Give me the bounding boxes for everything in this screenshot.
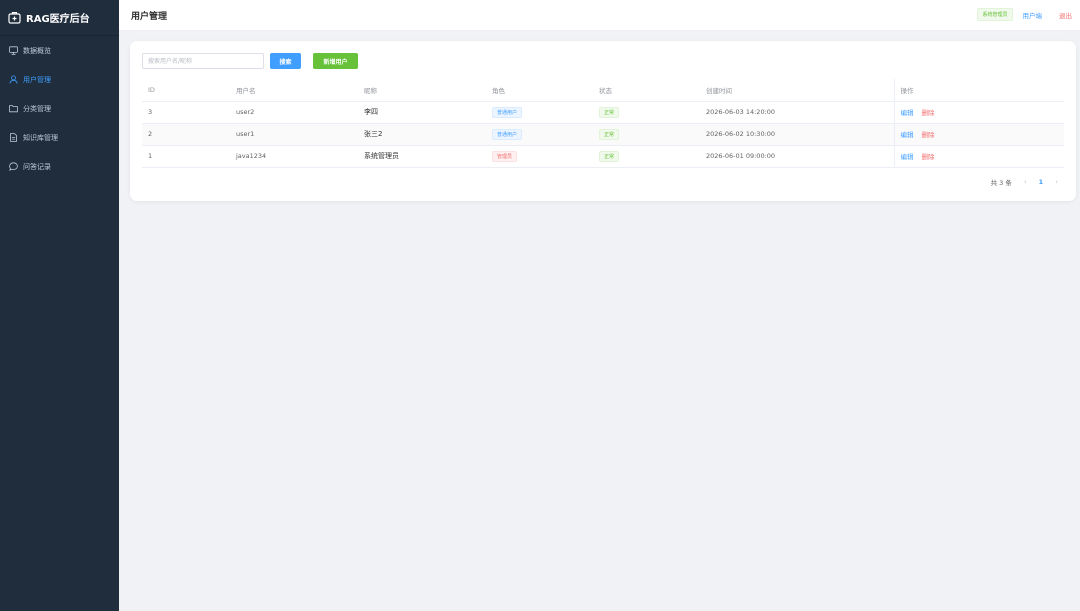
cell-nickname: 张三2 bbox=[358, 123, 486, 146]
role-tag: 管理员 bbox=[492, 150, 518, 162]
sidebar-item-label: 数据概览 bbox=[23, 46, 51, 55]
status-tag: 正常 bbox=[599, 150, 620, 162]
delete-button[interactable]: 删除 bbox=[922, 153, 935, 161]
cell-role: 普通用户 bbox=[486, 101, 593, 124]
user-list-card: 搜索 新增用户 ID 用户名 昵称 角色 状态 创建时间 操作 3 user2 … bbox=[130, 41, 1076, 201]
cell-id: 3 bbox=[142, 101, 230, 124]
search-input[interactable] bbox=[142, 53, 264, 69]
user-table: ID 用户名 昵称 角色 状态 创建时间 操作 3 user2 李四 普通用户 … bbox=[142, 79, 1064, 168]
header-actions: 系统管理员 用户端 退出 bbox=[977, 8, 1072, 21]
cell-nickname: 李四 bbox=[358, 101, 486, 124]
sidebar-item-dashboard[interactable]: 数据概览 bbox=[0, 36, 119, 65]
cell-actions: 编辑 删除 bbox=[893, 123, 1064, 146]
cell-nickname: 系统管理员 bbox=[358, 145, 486, 168]
sidebar-item-label: 知识库管理 bbox=[23, 133, 58, 142]
role-badge: 系统管理员 bbox=[977, 8, 1013, 21]
pagination: 共 3 条 ‹ 1 › bbox=[991, 177, 1058, 187]
column-header-status: 状态 bbox=[593, 79, 700, 102]
sidebar-menu: 数据概览 用户管理 分类管理 知识库管理 问答记录 bbox=[0, 36, 119, 181]
pagination-total: 共 3 条 bbox=[990, 179, 1012, 187]
search-button[interactable]: 搜索 bbox=[270, 53, 301, 69]
cell-id: 2 bbox=[142, 123, 230, 146]
column-header-role: 角色 bbox=[486, 79, 593, 102]
cell-created: 2026-06-03 14:20:00 bbox=[700, 101, 894, 124]
cell-username: user1 bbox=[230, 123, 358, 146]
edit-button[interactable]: 编辑 bbox=[901, 131, 914, 139]
chevron-left-icon[interactable]: ‹ bbox=[1024, 178, 1027, 186]
column-header-id: ID bbox=[142, 79, 230, 102]
cell-actions: 编辑 删除 bbox=[893, 145, 1064, 168]
cell-id: 1 bbox=[142, 145, 230, 168]
sidebar-item-label: 问答记录 bbox=[23, 162, 51, 171]
cell-status: 正常 bbox=[593, 123, 700, 146]
sidebar-item-label: 用户管理 bbox=[23, 75, 51, 84]
sidebar-item-knowledge-base[interactable]: 知识库管理 bbox=[0, 123, 119, 152]
cell-created: 2026-06-02 10:30:00 bbox=[700, 123, 894, 146]
cell-status: 正常 bbox=[593, 101, 700, 124]
edit-button[interactable]: 编辑 bbox=[901, 109, 914, 117]
role-tag: 普通用户 bbox=[492, 106, 523, 118]
table-row: 2 user1 张三2 普通用户 正常 2026-06-02 10:30:00 … bbox=[142, 123, 1064, 146]
table-header-row: ID 用户名 昵称 角色 状态 创建时间 操作 bbox=[142, 79, 1064, 102]
logout-link[interactable]: 退出 bbox=[1059, 10, 1072, 20]
chevron-right-icon[interactable]: › bbox=[1055, 178, 1058, 186]
cell-actions: 编辑 删除 bbox=[893, 101, 1064, 124]
table-row: 3 user2 李四 普通用户 正常 2026-06-03 14:20:00 编… bbox=[142, 101, 1064, 124]
sidebar-item-categories[interactable]: 分类管理 bbox=[0, 94, 119, 123]
delete-button[interactable]: 删除 bbox=[922, 131, 935, 139]
page-title: 用户管理 bbox=[131, 11, 168, 22]
brand-title: RAG医疗后台 bbox=[26, 14, 90, 25]
add-user-button[interactable]: 新增用户 bbox=[313, 53, 358, 69]
column-header-actions: 操作 bbox=[893, 79, 1064, 102]
medical-kit-icon bbox=[8, 11, 21, 24]
toolbar: 搜索 新增用户 bbox=[142, 53, 358, 69]
cell-username: java1234 bbox=[230, 145, 358, 168]
cell-role: 普通用户 bbox=[486, 123, 593, 146]
document-icon bbox=[9, 133, 18, 142]
cell-username: user2 bbox=[230, 101, 358, 124]
column-header-username: 用户名 bbox=[230, 79, 358, 102]
sidebar-item-qa-records[interactable]: 问答记录 bbox=[0, 152, 119, 181]
user-side-link[interactable]: 用户端 bbox=[1023, 10, 1043, 20]
role-tag: 普通用户 bbox=[492, 128, 523, 140]
edit-button[interactable]: 编辑 bbox=[901, 153, 914, 161]
top-header: 用户管理 系统管理员 用户端 退出 bbox=[119, 0, 1080, 30]
cell-status: 正常 bbox=[593, 145, 700, 168]
status-tag: 正常 bbox=[599, 128, 620, 140]
page-number-button[interactable]: 1 bbox=[1039, 178, 1044, 186]
cell-created: 2026-06-01 09:00:00 bbox=[700, 145, 894, 168]
column-header-created: 创建时间 bbox=[700, 79, 894, 102]
folder-icon bbox=[9, 104, 18, 113]
status-tag: 正常 bbox=[599, 106, 620, 118]
brand: RAG医疗后台 bbox=[0, 0, 119, 36]
cell-role: 管理员 bbox=[486, 145, 593, 168]
user-icon bbox=[9, 75, 18, 84]
sidebar-item-users[interactable]: 用户管理 bbox=[0, 65, 119, 94]
delete-button[interactable]: 删除 bbox=[922, 109, 935, 117]
chat-icon bbox=[9, 162, 18, 171]
column-header-nickname: 昵称 bbox=[358, 79, 486, 102]
sidebar: RAG医疗后台 数据概览 用户管理 分类管理 知识库管理 问答记录 bbox=[0, 0, 119, 611]
chart-icon bbox=[9, 46, 18, 55]
table-row: 1 java1234 系统管理员 管理员 正常 2026-06-01 09:00… bbox=[142, 145, 1064, 168]
sidebar-item-label: 分类管理 bbox=[23, 104, 51, 113]
